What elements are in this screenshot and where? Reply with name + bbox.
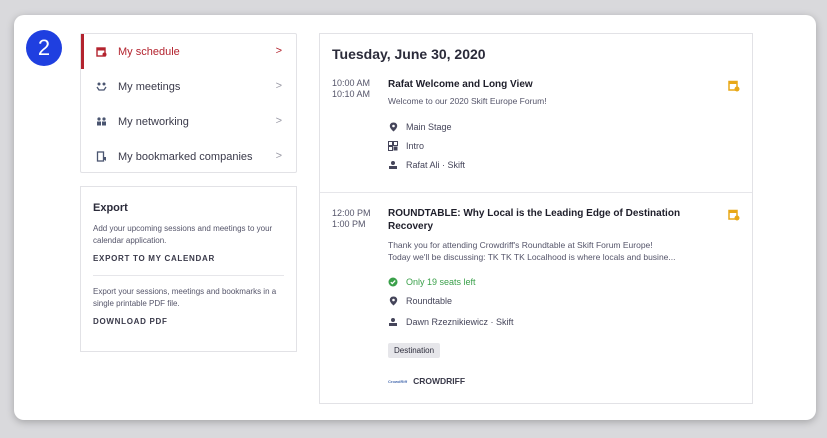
nav-item-my-schedule[interactable]: My schedule > bbox=[81, 34, 296, 69]
session-speaker[interactable]: Dawn Rzeznikiewicz · Skift bbox=[388, 317, 514, 327]
seats-remaining: Only 19 seats left bbox=[388, 277, 476, 287]
meetings-icon bbox=[95, 81, 107, 93]
session-start-time: 10:00 AM bbox=[332, 78, 371, 88]
seats-label: Only 19 seats left bbox=[406, 277, 476, 287]
calendar-icon bbox=[95, 46, 107, 58]
session-divider bbox=[320, 192, 752, 193]
export-title: Export bbox=[93, 202, 128, 214]
location-label: Roundtable bbox=[406, 296, 453, 306]
speaker-label: Dawn Rzeznikiewicz · Skift bbox=[406, 317, 514, 327]
schedule-nav: My schedule > My meetings > My networkin… bbox=[80, 33, 297, 173]
chevron-right-icon: > bbox=[275, 150, 282, 162]
check-circle-icon bbox=[388, 277, 398, 287]
nav-item-my-bookmarked-companies[interactable]: My bookmarked companies > bbox=[81, 139, 296, 174]
bookmark-add-icon[interactable] bbox=[728, 80, 740, 92]
people-icon bbox=[95, 116, 107, 128]
format-grid-icon bbox=[388, 141, 398, 151]
export-pdf-description: Export your sessions, meetings and bookm… bbox=[93, 287, 277, 308]
bookmark-add-icon[interactable] bbox=[728, 209, 740, 221]
session-format: Intro bbox=[388, 141, 424, 151]
export-calendar-description: Add your upcoming sessions and meetings … bbox=[93, 224, 273, 245]
nav-item-label: My networking bbox=[118, 115, 189, 128]
location-label: Main Stage bbox=[406, 122, 452, 132]
session-end-time: 10:10 AM bbox=[332, 89, 371, 99]
chevron-right-icon: > bbox=[275, 45, 282, 57]
session-time: 10:00 AM 10:10 AM bbox=[332, 78, 370, 100]
sponsor[interactable]: CrowdRiff CROWDRIFF bbox=[388, 376, 465, 386]
speaker-icon bbox=[388, 317, 398, 327]
divider bbox=[93, 275, 284, 276]
schedule-date: Tuesday, June 30, 2020 bbox=[332, 46, 486, 62]
speaker-icon bbox=[388, 160, 398, 170]
session-description-line-2: Today we'll be discussing: TK TK TK Loca… bbox=[388, 252, 676, 262]
step-badge: 2 bbox=[26, 30, 62, 66]
location-pin-icon bbox=[388, 296, 398, 306]
sponsor-logo: CrowdRiff bbox=[388, 378, 408, 384]
chevron-right-icon: > bbox=[275, 80, 282, 92]
nav-item-label: My schedule bbox=[118, 45, 180, 58]
nav-item-label: My bookmarked companies bbox=[118, 150, 253, 163]
session-start-time: 12:00 PM bbox=[332, 208, 371, 218]
session-speaker[interactable]: Rafat Ali · Skift bbox=[388, 160, 465, 170]
nav-item-label: My meetings bbox=[118, 80, 181, 93]
format-label: Intro bbox=[406, 141, 425, 151]
sponsor-name: CROWDRIFF bbox=[413, 376, 466, 386]
location-pin-icon bbox=[388, 122, 398, 132]
schedule-panel: Tuesday, June 30, 2020 10:00 AM 10:10 AM… bbox=[319, 33, 753, 404]
session-title[interactable]: Rafat Welcome and Long View bbox=[388, 78, 713, 91]
session-description-line-1: Thank you for attending Crowdriff's Roun… bbox=[388, 240, 653, 250]
session-location: Main Stage bbox=[388, 122, 452, 132]
export-to-calendar-link[interactable]: EXPORT TO MY CALENDAR bbox=[93, 254, 284, 263]
speaker-label: Rafat Ali · Skift bbox=[406, 160, 466, 170]
download-pdf-link[interactable]: DOWNLOAD PDF bbox=[93, 317, 284, 326]
session-end-time: 1:00 PM bbox=[332, 219, 366, 229]
session-description: Welcome to our 2020 Skift Europe Forum! bbox=[388, 96, 547, 106]
nav-item-my-meetings[interactable]: My meetings > bbox=[81, 69, 296, 104]
session-location: Roundtable bbox=[388, 296, 452, 306]
chevron-right-icon: > bbox=[275, 115, 282, 127]
session-time: 12:00 PM 1:00 PM bbox=[332, 208, 371, 230]
nav-item-my-networking[interactable]: My networking > bbox=[81, 104, 296, 139]
bookmark-building-icon bbox=[95, 151, 107, 163]
session-title[interactable]: ROUNDTABLE: Why Local is the Leading Edg… bbox=[388, 207, 713, 233]
session-tag[interactable]: Destination bbox=[388, 343, 441, 358]
export-panel: Export Add your upcoming sessions and me… bbox=[80, 186, 297, 352]
